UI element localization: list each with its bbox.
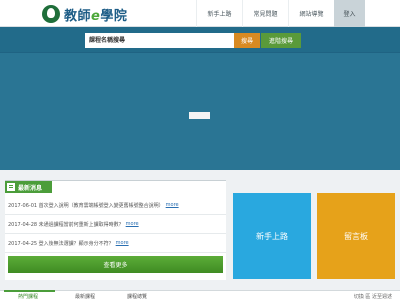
news-item-text: 2017-06-01 首次登入說明（教育雲端帳號登入變更舊帳號整合說明） [8,202,164,209]
news-item: 2017-04-28 未通過課程當前何重新上課取得時數？ more [5,215,226,234]
course-search-input[interactable]: 課程名稱搜尋 [85,33,234,48]
news-item: 2017-04-25 登入後無法選課？顯示身分不符？ more [5,234,226,253]
news-more-link[interactable]: more [116,240,129,246]
active-tab-indicator [4,290,55,292]
news-more-link[interactable]: more [166,202,179,208]
news-panel: 最新消息 2017-06-01 首次登入說明（教育雲端帳號登入變更舊帳號整合說明… [5,180,226,280]
main-nav: 新手上路 常見問題 網站導覽 登入 [196,0,365,27]
login-button[interactable]: 登入 [334,0,365,27]
news-item-text: 2017-04-25 登入後無法選課？顯示身分不符？ [8,240,114,247]
news-list-icon [7,183,15,191]
logo-emblem-icon [42,5,60,23]
nav-faq[interactable]: 常見問題 [242,0,288,27]
nav-beginner-guide[interactable]: 新手上路 [196,0,242,27]
carousel-indicator[interactable] [189,112,210,119]
tab-popular-courses[interactable]: 熱門課程 [18,293,38,300]
tab-latest-courses[interactable]: 最新課程 [75,293,95,300]
search-bar-area: 課程名稱搜尋 搜尋 進階搜尋 [0,27,400,53]
advanced-search-button[interactable]: 進階搜尋 [261,33,301,48]
news-list: 2017-06-01 首次登入說明（教育雲端帳號登入變更舊帳號整合說明） mor… [5,196,226,253]
news-item-text: 2017-04-28 未通過課程當前何重新上課取得時數？ [8,221,124,228]
news-title: 最新消息 [18,184,43,192]
news-item: 2017-06-01 首次登入說明（教育雲端帳號登入變更舊帳號整合說明） mor… [5,196,226,215]
hero-banner: 課程名稱搜尋 搜尋 進階搜尋 [0,27,400,170]
beginner-guide-tile[interactable]: 新手上路 [233,193,311,279]
tab-course-overview[interactable]: 課程總覽 [127,293,147,300]
course-tabs: 熱門課程 最新課程 課程總覽 切換 區 近至週述 [0,290,400,300]
news-more-link[interactable]: more [126,221,139,227]
top-navigation-bar: 教師e學院 新手上路 常見問題 網站導覽 登入 [0,0,400,27]
news-header: 最新消息 [5,181,52,193]
search-button[interactable]: 搜尋 [234,33,260,48]
view-more-button[interactable]: 查看更多 [8,256,223,273]
tab-switch-label[interactable]: 切換 區 近至週述 [354,293,392,300]
site-logo[interactable]: 教師e學院 [42,4,127,24]
logo-text: 教師e學院 [64,8,128,24]
nav-site-map[interactable]: 網站導覽 [288,0,334,27]
message-board-tile[interactable]: 留言板 [317,193,395,279]
